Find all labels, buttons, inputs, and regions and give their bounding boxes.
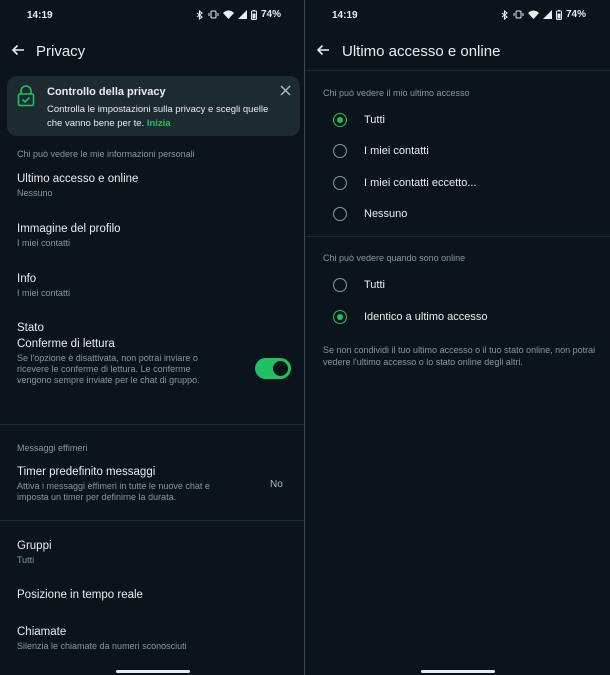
- option-last-seen-contacts[interactable]: I miei contatti: [305, 138, 610, 164]
- row-default-timer[interactable]: Timer predefinito messaggi Attiva i mess…: [0, 466, 304, 508]
- app-bar: Privacy: [0, 36, 305, 68]
- status-time: 14:19: [27, 10, 53, 21]
- option-last-seen-everyone[interactable]: Tutti: [305, 107, 610, 133]
- row-profile-photo[interactable]: Immagine del profilo I miei contatti: [0, 223, 304, 255]
- wifi-icon: [222, 10, 234, 19]
- radio-selected[interactable]: [333, 113, 347, 127]
- page-title: Privacy: [36, 43, 86, 60]
- row-last-seen-online[interactable]: Ultimo accesso e online Nessuno: [0, 173, 304, 205]
- option-label: I miei contatti: [364, 145, 429, 157]
- banner-title: Controllo della privacy: [47, 86, 166, 98]
- row-subtitle: Se l'opzione è disattivata, non potrai i…: [17, 353, 200, 385]
- divider: [0, 520, 304, 521]
- section-online: Chi può vedere quando sono online: [323, 253, 466, 263]
- banner-start-link[interactable]: Inizia: [147, 118, 171, 129]
- battery-percent: 74%: [565, 9, 586, 20]
- section-last-seen: Chi può vedere il mio ultimo accesso: [323, 88, 470, 98]
- wifi-icon: [527, 10, 539, 19]
- option-label: Nessuno: [364, 208, 408, 220]
- status-bar: 14:19 74%: [0, 0, 305, 30]
- option-label: Identico a ultimo accesso: [364, 311, 488, 323]
- status-icons: 74%: [196, 9, 281, 20]
- signal-icon: [542, 10, 552, 19]
- divider: [0, 424, 304, 425]
- page-title: Ultimo accesso e online: [342, 43, 501, 60]
- read-receipts-toggle[interactable]: [255, 358, 291, 379]
- battery-icon: [250, 9, 257, 20]
- radio-unselected[interactable]: [333, 278, 347, 292]
- row-subtitle: I miei contatti: [17, 288, 71, 298]
- signal-icon: [237, 10, 247, 19]
- row-calls[interactable]: Chiamate Silenzia le chiamate da numeri …: [0, 626, 304, 658]
- radio-unselected[interactable]: [333, 176, 347, 190]
- option-label: I miei contatti eccetto...: [364, 177, 477, 189]
- privacy-checkup-banner[interactable]: Controllo della privacy Controlla le imp…: [7, 76, 300, 136]
- close-icon[interactable]: [280, 85, 291, 96]
- row-title: Immagine del profilo: [17, 223, 121, 235]
- row-subtitle: Nessuno: [17, 188, 53, 198]
- vibrate-icon: [208, 10, 219, 19]
- row-title: Posizione in tempo reale: [17, 589, 143, 601]
- battery-icon: [555, 9, 562, 20]
- option-label: Tutti: [364, 114, 385, 126]
- row-subtitle: I miei contatti: [17, 238, 71, 248]
- row-title: Gruppi: [17, 540, 52, 552]
- banner-text: Controlla le impostazioni sulla privacy …: [47, 103, 286, 131]
- row-title: Conferme di lettura: [17, 338, 115, 350]
- row-live-location[interactable]: Posizione in tempo reale: [0, 589, 304, 609]
- status-time: 14:19: [332, 10, 358, 21]
- lock-check-icon: [17, 85, 35, 107]
- battery-percent: 74%: [260, 9, 281, 20]
- privacy-screen: 14:19 74% Privacy Controllo della privac…: [0, 0, 305, 675]
- bluetooth-icon: [196, 9, 203, 20]
- back-arrow-icon[interactable]: [315, 42, 331, 58]
- timer-value: No: [270, 479, 283, 490]
- row-title: Info: [17, 273, 37, 285]
- radio-unselected[interactable]: [333, 207, 347, 221]
- option-last-seen-contacts-except[interactable]: I miei contatti eccetto...: [305, 170, 610, 196]
- last-seen-screen: 14:19 74% Ultimo accesso e online Chi pu…: [305, 0, 610, 675]
- divider: [305, 236, 610, 237]
- option-online-everyone[interactable]: Tutti: [305, 272, 610, 298]
- toggle-knob: [273, 361, 288, 376]
- option-last-seen-nobody[interactable]: Nessuno: [305, 201, 610, 227]
- gesture-nav-bar[interactable]: [421, 670, 495, 673]
- row-subtitle: Tutti: [17, 555, 35, 565]
- row-subtitle: Silenzia le chiamate da numeri sconosciu…: [17, 641, 187, 651]
- row-about[interactable]: Info I miei contatti: [0, 273, 304, 305]
- bluetooth-icon: [501, 9, 508, 20]
- row-subtitle: Attiva i messaggi effimeri in tutte le n…: [17, 481, 210, 502]
- row-title: Chiamate: [17, 626, 67, 638]
- vibrate-icon: [513, 10, 524, 19]
- back-arrow-icon[interactable]: [10, 42, 26, 58]
- section-personal-info: Chi può vedere le mie informazioni perso…: [17, 149, 195, 159]
- app-bar: Ultimo accesso e online: [305, 36, 610, 68]
- radio-unselected[interactable]: [333, 144, 347, 158]
- row-groups[interactable]: Gruppi Tutti: [0, 540, 304, 572]
- status-icons: 74%: [501, 9, 586, 20]
- option-online-same-as-last-seen[interactable]: Identico a ultimo accesso: [305, 304, 610, 330]
- divider: [305, 70, 610, 71]
- radio-selected[interactable]: [333, 310, 347, 324]
- status-bar: 14:19 74%: [305, 0, 610, 30]
- row-title: Ultimo accesso e online: [17, 173, 139, 185]
- gesture-nav-bar[interactable]: [116, 670, 190, 673]
- visibility-note: Se non condividi il tuo ultimo accesso o…: [323, 345, 596, 367]
- row-title: Stato: [17, 322, 44, 334]
- section-ephemeral: Messaggi effimeri: [17, 443, 88, 453]
- option-label: Tutti: [364, 279, 385, 291]
- row-title: Timer predefinito messaggi: [17, 466, 156, 478]
